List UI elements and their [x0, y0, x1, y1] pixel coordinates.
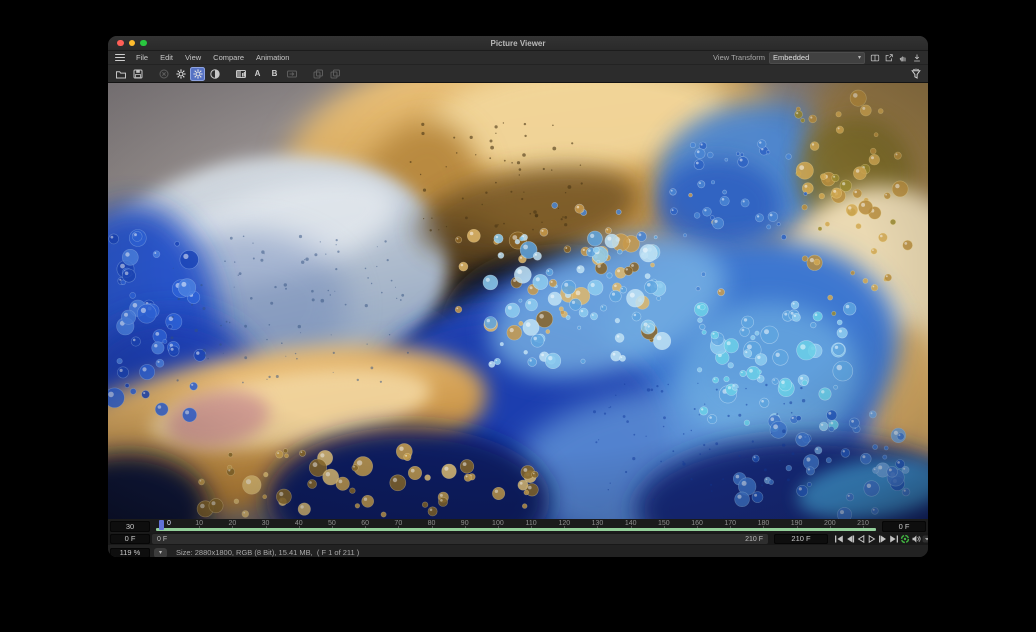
range-end-label: 210 F: [745, 536, 763, 543]
tick-mark: [332, 526, 333, 528]
tick-mark: [564, 526, 565, 528]
tick-mark: [232, 526, 233, 528]
set-a-button[interactable]: A: [250, 67, 265, 81]
sound-button[interactable]: [911, 533, 921, 545]
view-transform-value: Embedded: [773, 53, 858, 62]
open-folder-button[interactable]: [113, 67, 128, 81]
render-image: [108, 83, 928, 519]
tick-mark: [432, 526, 433, 528]
toolbar-separator: [147, 73, 154, 74]
import-icon[interactable]: [911, 52, 922, 63]
tick-mark: [697, 526, 698, 528]
menu-edit[interactable]: Edit: [154, 52, 179, 64]
close-button[interactable]: [117, 40, 124, 47]
transport-controls: [834, 533, 928, 545]
view-transform-select[interactable]: Embedded ▾: [769, 52, 865, 64]
filter-gear-button[interactable]: [190, 67, 205, 81]
menu-animation[interactable]: Animation: [250, 52, 295, 64]
copy-a-button: [310, 67, 325, 81]
titlebar[interactable]: Picture Viewer: [108, 36, 928, 51]
go-to-end-button[interactable]: [889, 533, 899, 545]
zoom-field[interactable]: 119 %: [110, 548, 150, 558]
tick-mark: [498, 526, 499, 528]
tick-mark: [299, 526, 300, 528]
loop-button[interactable]: [900, 533, 910, 545]
view-transform-label: View Transform: [713, 53, 765, 62]
toolbar-separator: [301, 73, 308, 74]
tick-mark: [664, 526, 665, 528]
playhead[interactable]: [159, 520, 164, 530]
range-start-label: 0 F: [157, 536, 167, 543]
menu-compare[interactable]: Compare: [207, 52, 250, 64]
toolbar-separator: [224, 73, 231, 74]
minimize-button[interactable]: [129, 40, 136, 47]
menu-view[interactable]: View: [179, 52, 207, 64]
settings-gear-button[interactable]: [173, 67, 188, 81]
toolbar: AB: [108, 65, 928, 83]
tick-mark: [531, 526, 532, 528]
viewport[interactable]: [108, 83, 928, 519]
frame-ruler[interactable]: 0102030405060708090100110120130140150160…: [152, 519, 878, 532]
filter-icon[interactable]: [908, 67, 923, 81]
fps-field[interactable]: 30: [110, 521, 150, 532]
cache-bar: [156, 528, 876, 532]
copy-b-button: [327, 67, 342, 81]
tick-mark: [797, 526, 798, 528]
tick-mark: [631, 526, 632, 528]
window-title: Picture Viewer: [108, 39, 928, 48]
timeline: 30 0102030405060708090100110120130140150…: [108, 519, 928, 557]
split-view-icon[interactable]: [869, 52, 880, 63]
tick-mark: [597, 526, 598, 528]
tick-mark: [763, 526, 764, 528]
menu-file[interactable]: File: [130, 52, 154, 64]
tick-mark: [365, 526, 366, 528]
tick-mark: [199, 526, 200, 528]
menubar: FileEditViewCompareAnimation View Transf…: [108, 51, 928, 65]
ab-compare-button: [284, 67, 299, 81]
set-b-button[interactable]: B: [267, 67, 282, 81]
tick-mark: [730, 526, 731, 528]
tick-mark: [465, 526, 466, 528]
zoom-button[interactable]: [140, 40, 147, 47]
go-to-start-button[interactable]: [834, 533, 844, 545]
picture-viewer-window: Picture Viewer FileEditViewCompareAnimat…: [108, 36, 928, 557]
tick-mark: [266, 526, 267, 528]
open-in-new-window-icon[interactable]: [883, 52, 894, 63]
hamburger-icon[interactable]: [115, 54, 125, 62]
preview-range-bar[interactable]: 0 F 210 F: [152, 534, 768, 544]
play-reverse-button[interactable]: [856, 533, 866, 545]
hand-icon[interactable]: [897, 52, 908, 63]
traffic-lights: [117, 40, 147, 47]
tick-mark: [398, 526, 399, 528]
play-forward-button[interactable]: [867, 533, 877, 545]
save-button[interactable]: [130, 67, 145, 81]
tick-mark: [863, 526, 864, 528]
current-frame-field[interactable]: 0 F: [882, 521, 926, 532]
chevron-down-icon: ▾: [858, 55, 861, 61]
chevron-down-icon: ▾: [159, 550, 162, 556]
histogram-button[interactable]: [233, 67, 248, 81]
zoom-dropdown-button[interactable]: ▾: [154, 548, 167, 558]
compare-contrast-button[interactable]: [207, 67, 222, 81]
step-back-button[interactable]: [845, 533, 855, 545]
options-button[interactable]: [922, 533, 928, 545]
step-forward-button[interactable]: [878, 533, 888, 545]
end-frame-field[interactable]: 210 F: [774, 534, 828, 544]
stop-render-button: [156, 67, 171, 81]
tick-label-0: 0: [167, 520, 171, 527]
start-frame-field[interactable]: 0 F: [110, 534, 150, 544]
status-info: Size: 2880x1800, RGB (8 Bit), 15.41 MB, …: [176, 545, 359, 557]
tick-mark: [830, 526, 831, 528]
